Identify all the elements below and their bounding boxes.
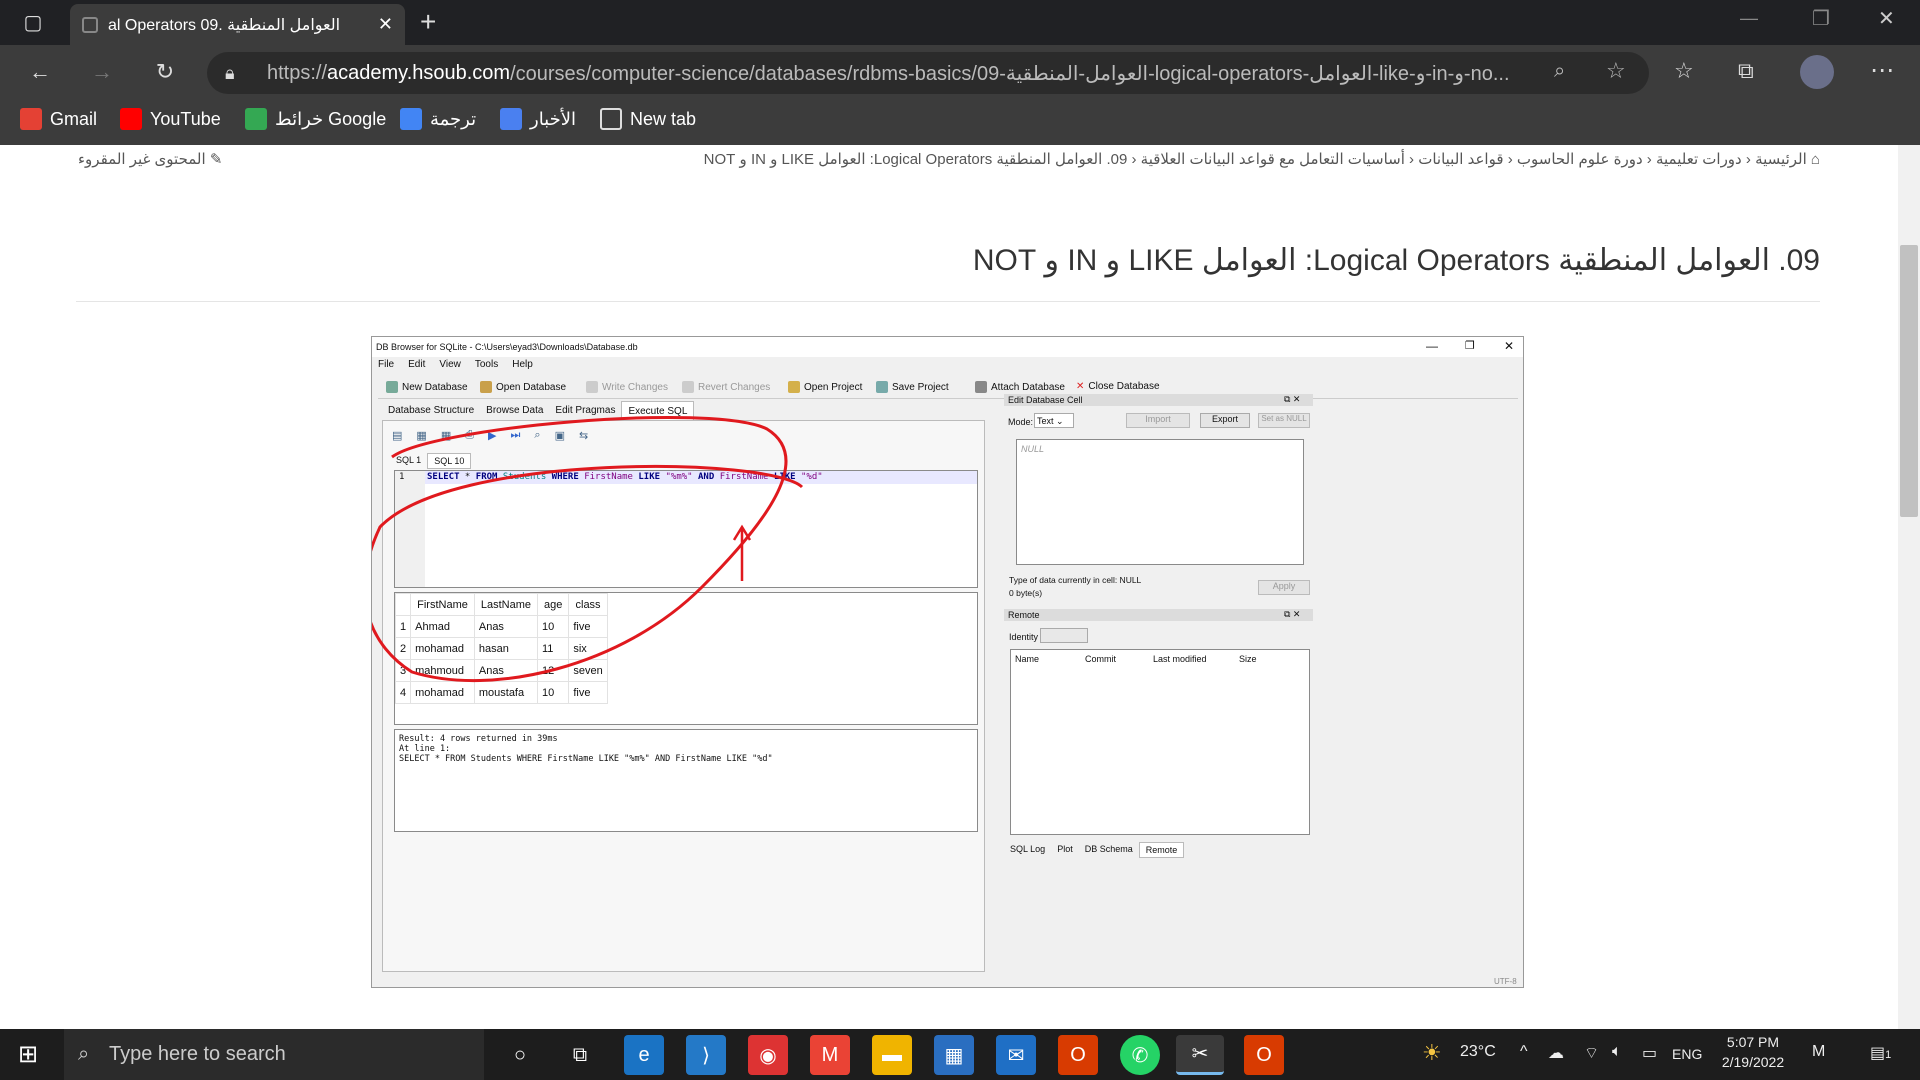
task-view-icon[interactable]: ⧉ [560, 1035, 600, 1075]
meet-now-icon[interactable]: M [1812, 1043, 1825, 1061]
address-bar[interactable]: 🔒︎ https:// academy.hsoub.com /courses/c… [207, 52, 1649, 94]
breadcrumb-current: 09. العوامل المنطقية Logical Operators: … [703, 151, 1128, 168]
window-close-icon[interactable]: ✕ [1878, 6, 1895, 31]
taskbar-search[interactable]: ⌕ Type here to search [64, 1029, 484, 1080]
weather-temp[interactable]: 23°C [1460, 1043, 1496, 1061]
battery-icon[interactable]: ▭ [1642, 1043, 1657, 1063]
cortana-icon[interactable]: ○ [500, 1035, 540, 1075]
bookmark-news[interactable]: الأخبار [500, 105, 576, 133]
time-text: 5:07 PM [1726, 1034, 1780, 1050]
url-path: /courses/computer-science/databases/rdbm… [510, 62, 1510, 85]
office-2-icon[interactable]: O [1244, 1035, 1284, 1075]
scrollbar-thumb[interactable] [1900, 245, 1918, 517]
annotation-loop [372, 415, 804, 683]
tab-close-icon[interactable]: ✕ [378, 14, 393, 35]
breadcrumb-cs[interactable]: دورة علوم الحاسوب [1517, 151, 1643, 168]
breadcrumb-rdbms[interactable]: أساسيات التعامل مع قواعد البيانات العلاق… [1141, 151, 1405, 168]
bookmark-gmail[interactable]: Gmail [20, 105, 97, 133]
bookmark-new-tab[interactable]: New tab [600, 105, 696, 133]
url-host: academy.hsoub.com [327, 61, 511, 84]
breadcrumb: ⌂ الرئيسية ‹ دورات تعليمية ‹ دورة علوم ا… [703, 151, 1820, 168]
add-favorite-icon[interactable]: ☆ [1606, 58, 1626, 84]
browser-tab[interactable]: al Operators العوامل المنطقية .09 ✕ [70, 4, 405, 45]
mail-icon[interactable]: ✉ [996, 1035, 1036, 1075]
date-text: 2/19/2022 [1721, 1054, 1785, 1070]
restore-icon[interactable]: ❐ [1812, 6, 1830, 31]
profile-avatar[interactable] [1800, 55, 1834, 89]
tab-title: al Operators العوامل المنطقية .09 [108, 16, 341, 34]
tab-actions-icon[interactable]: ▢ [18, 8, 48, 38]
whatsapp-icon[interactable]: ✆ [1120, 1035, 1160, 1075]
gmail-app-icon[interactable]: M [810, 1035, 850, 1075]
url-prefix: https:// [267, 61, 328, 84]
tray-chevron-icon[interactable]: ^ [1520, 1043, 1528, 1061]
zoom-icon[interactable]: ⌕ [1554, 60, 1565, 83]
bookmark-translate[interactable]: ترجمة [400, 105, 476, 133]
new-tab-icon [600, 108, 622, 130]
annotation-arrow [732, 524, 752, 581]
gmail-icon [20, 108, 42, 130]
onedrive-icon[interactable]: ☁ [1548, 1043, 1564, 1063]
new-tab-button[interactable]: + [420, 6, 436, 38]
translate-icon [400, 108, 422, 130]
lock-icon: 🔒︎ [225, 62, 235, 83]
page-favicon-icon [82, 16, 98, 33]
annotation-overlay [372, 415, 804, 683]
page-title: 09. العوامل المنطقية Logical Operators: … [972, 244, 1820, 277]
language-indicator[interactable]: ENG [1672, 1046, 1702, 1062]
collections-icon[interactable]: ⧉ [1738, 58, 1754, 84]
snip-tool-icon[interactable]: ✂ [1176, 1035, 1224, 1075]
back-icon[interactable]: ← [16, 52, 64, 92]
maps-icon [245, 108, 267, 130]
unread-content-link[interactable]: المحتوى غير المقروء ✎ [78, 150, 222, 168]
chrome-icon[interactable]: ◉ [748, 1035, 788, 1075]
search-icon: ⌕ [78, 1043, 90, 1065]
favorites-icon[interactable]: ☆ [1674, 58, 1694, 84]
store-icon[interactable]: ▦ [934, 1035, 974, 1075]
vscode-icon[interactable]: ⟩ [686, 1035, 726, 1075]
home-icon: ⌂ [1806, 151, 1820, 168]
news-icon [500, 108, 522, 130]
volume-icon[interactable]: 🔈︎ [1612, 1043, 1622, 1061]
clock[interactable]: 5:07 PM 2/19/2022 [1718, 1034, 1788, 1070]
bookmark-youtube[interactable]: YouTube [120, 105, 221, 133]
lesson-screenshot: DB Browser for SQLite - C:\Users\eyad3\D… [371, 336, 1524, 988]
more-menu-icon[interactable]: ⋯ [1870, 56, 1894, 85]
breadcrumb-courses[interactable]: دورات تعليمية [1656, 151, 1742, 168]
youtube-icon [120, 108, 142, 130]
office-icon[interactable]: O [1058, 1035, 1098, 1075]
breadcrumb-databases[interactable]: قواعد البيانات [1418, 151, 1503, 168]
breadcrumb-home[interactable]: الرئيسية [1755, 151, 1807, 168]
weather-icon[interactable]: ☀ [1422, 1040, 1442, 1066]
forward-icon[interactable]: → [78, 52, 126, 92]
reload-icon[interactable]: ↻ [141, 52, 189, 92]
windows-start-icon[interactable]: ⊞ [18, 1040, 38, 1069]
network-icon[interactable]: ⌔ [1584, 1043, 1599, 1063]
notifications-icon[interactable]: ▤1 [1870, 1043, 1891, 1063]
file-explorer-icon[interactable]: ▬ [872, 1035, 912, 1075]
minimize-icon[interactable]: — [1740, 8, 1758, 29]
pencil-icon: ✎ [209, 151, 223, 168]
title-divider [76, 301, 1820, 302]
edge-icon[interactable]: e [624, 1035, 664, 1075]
bookmark-maps[interactable]: خرائط Google [245, 105, 386, 133]
